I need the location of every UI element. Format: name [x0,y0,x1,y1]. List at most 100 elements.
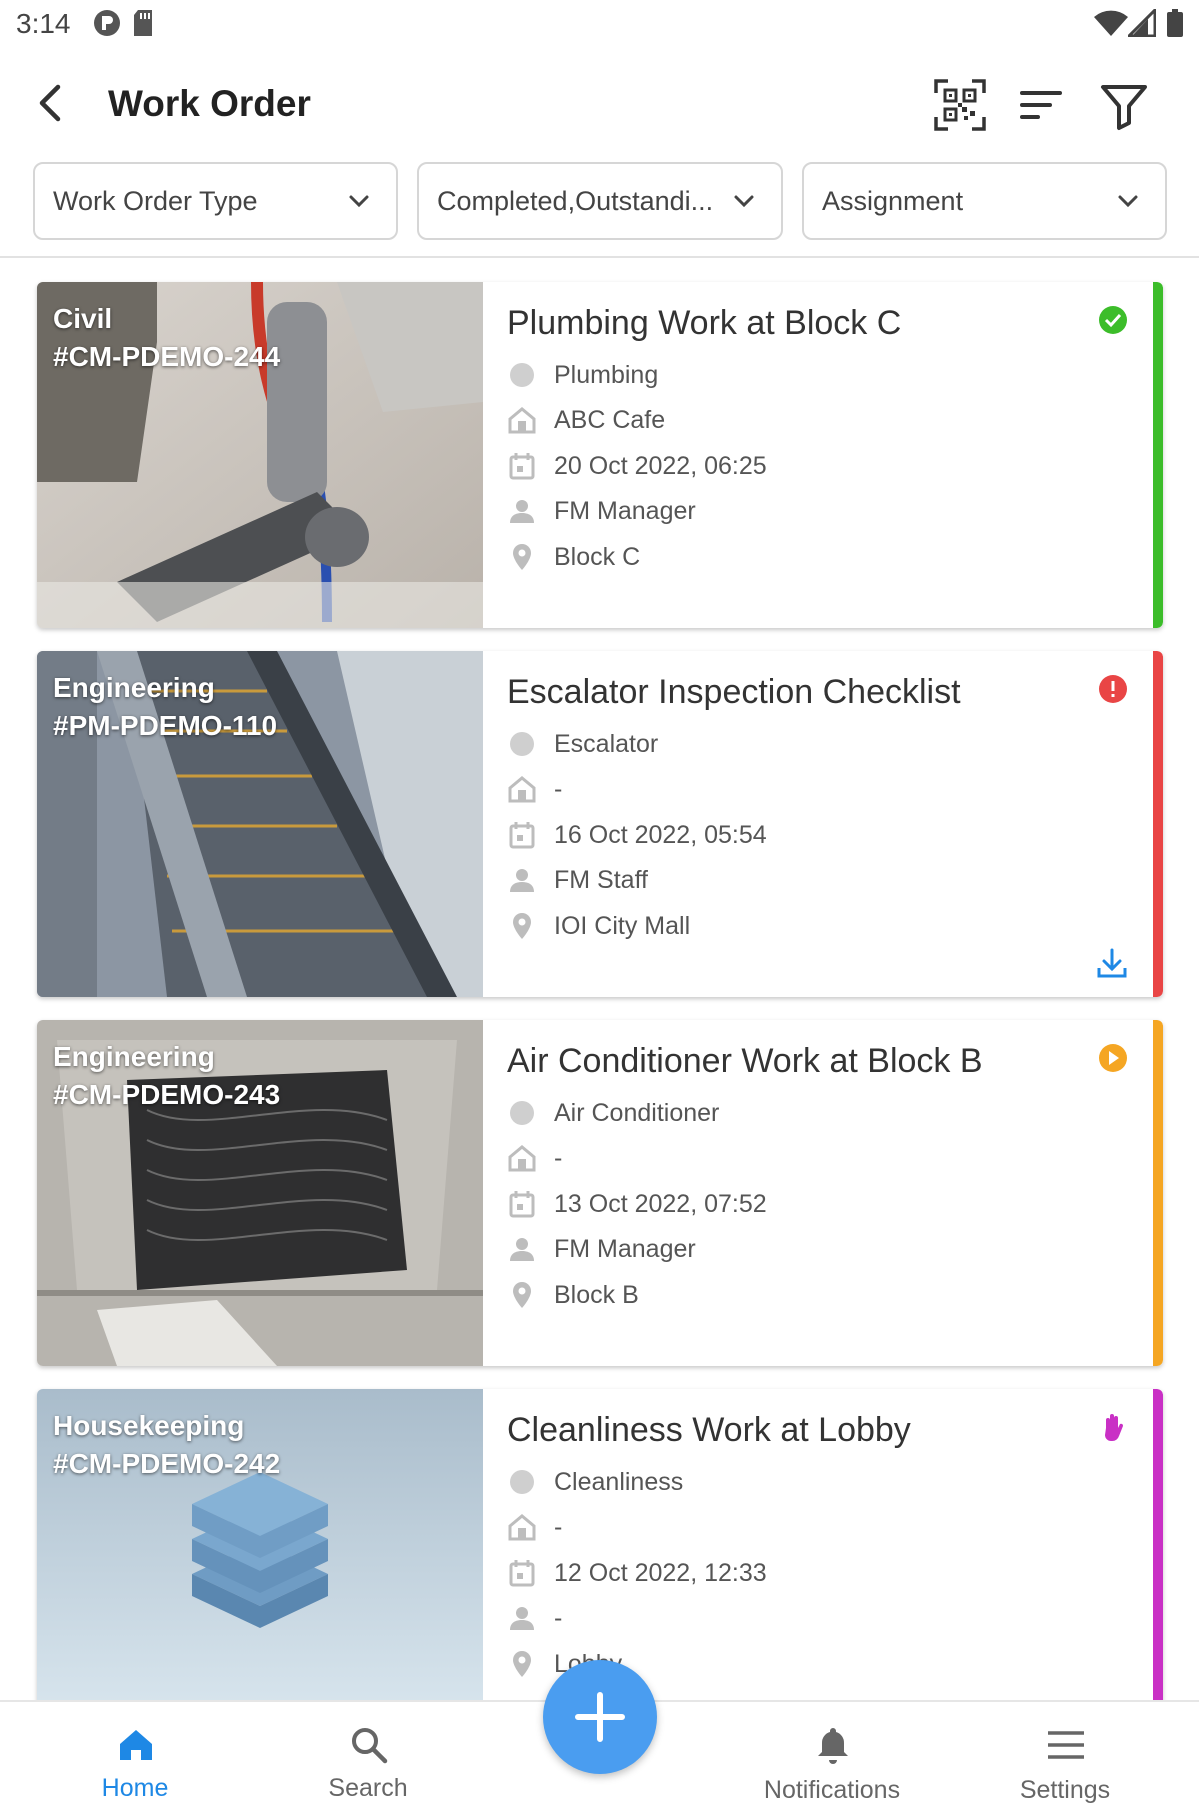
work-order-category: Housekeeping [53,1410,245,1441]
person-icon [510,500,534,523]
circle-icon [510,1470,534,1494]
work-order-title: Plumbing Work at Block C [507,304,902,342]
app-bar: Work Order [0,55,1199,155]
nav-label: Home [101,1774,169,1802]
location-pin-icon [513,1651,531,1677]
nav-label: Settings [1019,1776,1111,1804]
work-order-tenant: ABC Cafe [554,406,666,434]
store-icon [508,776,536,803]
work-order-assignee: - [554,1604,563,1632]
work-order-title: Escalator Inspection Checklist [507,673,961,711]
assignment-dropdown[interactable]: Assignment [802,162,1167,240]
work-order-photo: Housekeeping #CM-PDEMO-242 [37,1389,483,1700]
circle-icon [510,363,534,387]
work-order-card[interactable]: Engineering #CM-PDEMO-243 Air Conditione… [37,1020,1163,1366]
work-order-tenant: - [554,775,563,803]
work-order-code: #PM-PDEMO-110 [53,710,278,741]
status-stripe [1153,651,1163,997]
add-work-order-button[interactable] [543,1660,657,1774]
hand-stop-icon [1105,1414,1124,1442]
qr-code-scan-icon[interactable] [934,79,986,131]
calendar-icon [509,1191,535,1218]
dropdown-label: Assignment [822,186,964,216]
work-order-location: Block B [554,1281,639,1309]
work-order-type: Air Conditioner [554,1099,720,1127]
wifi-icon [1093,9,1129,42]
work-order-date: 16 Oct 2022, 05:54 [554,821,767,849]
work-order-card[interactable]: Civil #CM-PDEMO-244 Plumbing Work at Blo… [37,282,1163,628]
work-order-list[interactable]: Civil #CM-PDEMO-244 Plumbing Work at Blo… [0,262,1199,1700]
work-order-card[interactable]: Engineering #PM-PDEMO-110 Escalator Insp… [37,651,1163,997]
work-order-tenant: - [554,1513,563,1541]
sd-card-icon [132,9,154,42]
status-stripe [1153,282,1163,628]
work-order-code: #CM-PDEMO-243 [53,1079,281,1110]
nav-notifications[interactable]: Notifications [732,1702,932,1813]
database-placeholder-icon [192,1472,328,1628]
work-order-assignee: FM Manager [554,497,696,525]
work-order-photo: Engineering #CM-PDEMO-243 [37,1020,483,1366]
filter-icon[interactable] [1098,79,1150,131]
status-time: 3:14 [16,8,71,39]
signal-icon [1125,6,1157,42]
store-icon [508,407,536,434]
work-order-type: Cleanliness [554,1468,684,1496]
filter-bar: Work Order Type Completed,Outstandi... A… [0,162,1199,258]
work-order-tenant: - [554,1144,563,1172]
page-title: Work Order [108,83,311,124]
chevron-down-icon [349,195,369,208]
sort-icon[interactable] [1016,79,1068,131]
nav-label: Notifications [763,1776,901,1804]
nav-label: Search [328,1774,408,1802]
work-order-location: Block C [554,543,641,571]
store-icon [508,1145,536,1172]
home-icon [120,1730,152,1760]
work-order-code: #CM-PDEMO-244 [53,341,281,372]
status-dropdown[interactable]: Completed,Outstandi... [417,162,783,240]
work-order-photo: Civil #CM-PDEMO-244 [37,282,483,628]
work-order-date: 20 Oct 2022, 06:25 [554,452,767,480]
menu-icon [1048,1731,1084,1759]
work-order-code: #CM-PDEMO-242 [53,1448,281,1479]
work-order-type-dropdown[interactable]: Work Order Type [33,162,398,240]
calendar-icon [509,822,535,849]
circle-icon [510,732,534,756]
bell-icon [818,1728,848,1764]
work-order-photo: Engineering #PM-PDEMO-110 [37,651,483,997]
chevron-down-icon [734,195,754,208]
work-order-title: Air Conditioner Work at Block B [507,1042,983,1080]
work-order-card[interactable]: Housekeeping #CM-PDEMO-242 Cleanliness W… [37,1389,1163,1700]
alert-icon [1099,675,1127,703]
download-icon[interactable] [1095,946,1129,980]
store-icon [508,1514,536,1541]
status-stripe [1153,1020,1163,1366]
person-icon [510,1238,534,1261]
status-bar: 3:14 [0,0,1199,50]
work-order-assignee: FM Manager [554,1235,696,1263]
nav-home[interactable]: Home [35,1702,235,1813]
person-icon [510,869,534,892]
completed-check-icon [1099,306,1127,334]
dropdown-label: Work Order Type [53,186,258,216]
app-notification-icon [93,9,121,42]
work-order-location: IOI City Mall [554,912,691,940]
nav-search[interactable]: Search [268,1702,468,1813]
work-order-title: Cleanliness Work at Lobby [507,1411,911,1449]
nav-settings[interactable]: Settings [965,1702,1165,1813]
calendar-icon [509,1560,535,1587]
back-arrow-icon[interactable] [28,79,76,127]
calendar-icon [509,453,535,480]
work-order-date: 12 Oct 2022, 12:33 [554,1559,767,1587]
status-stripe [1153,1389,1163,1700]
location-pin-icon [513,544,531,570]
work-order-type: Plumbing [554,361,659,389]
plus-icon [575,1692,625,1742]
person-icon [510,1607,534,1630]
dropdown-label: Completed,Outstandi... [437,186,714,216]
work-order-assignee: FM Staff [554,866,649,894]
play-icon [1099,1044,1127,1072]
work-order-date: 13 Oct 2022, 07:52 [554,1190,767,1218]
circle-icon [510,1101,534,1125]
work-order-category: Engineering [53,1041,215,1072]
battery-icon [1167,9,1183,42]
